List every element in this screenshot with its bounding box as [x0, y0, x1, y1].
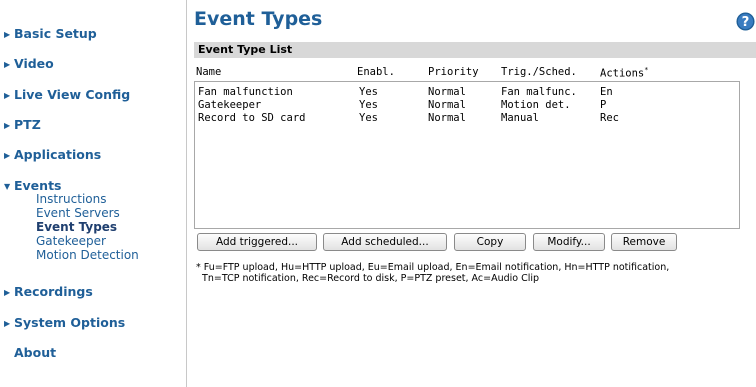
remove-button[interactable]: Remove [611, 233, 677, 251]
chevron-right-icon: ▶ [4, 288, 11, 297]
cell-actions: P [600, 99, 607, 111]
sidebar-item-label: System Options [14, 315, 126, 330]
legend-line-1: * Fu=FTP upload, Hu=HTTP upload, Eu=Emai… [196, 262, 670, 273]
sidebar-subitem-gatekeeper[interactable]: Gatekeeper [36, 234, 106, 248]
sidebar-subitem-instructions[interactable]: Instructions [36, 192, 106, 206]
sidebar-subitem-motion-detection[interactable]: Motion Detection [36, 248, 139, 262]
cell-priority: Normal [428, 99, 466, 111]
cell-actions: Rec [600, 112, 619, 124]
sidebar-item-about[interactable]: About [14, 345, 56, 360]
chevron-right-icon: ▶ [4, 30, 11, 39]
cell-trigger: Motion det. [501, 99, 571, 111]
cell-priority: Normal [428, 112, 466, 124]
cell-actions: En [600, 86, 613, 98]
sidebar-item-label: About [14, 345, 57, 360]
chevron-right-icon: ▶ [4, 151, 11, 160]
sidebar-item-label: Basic Setup [14, 26, 97, 41]
column-header-name: Name [196, 66, 222, 78]
list-item[interactable]: Gatekeeper Yes Normal Motion det. P [195, 99, 739, 112]
cell-enabled: Yes [359, 86, 378, 98]
column-header-trigger-schedule: Trig./Sched. [501, 66, 577, 78]
list-header-title: Event Type List [198, 43, 293, 56]
cell-name: Fan malfunction [198, 86, 293, 98]
page-title: Event Types [194, 8, 323, 30]
sidebar-item-label: Applications [14, 147, 102, 162]
sidebar-item-ptz[interactable]: ▶ PTZ [4, 117, 41, 132]
list-item[interactable]: Record to SD card Yes Normal Manual Rec [195, 112, 739, 125]
cell-name: Gatekeeper [198, 99, 262, 111]
legend-line-2: Tn=TCP notification, Rec=Record to disk,… [196, 273, 540, 284]
svg-text:?: ? [742, 15, 750, 30]
list-item[interactable]: Fan malfunction Yes Normal Fan malfunc. … [195, 86, 739, 99]
modify-button[interactable]: Modify... [533, 233, 605, 251]
chevron-right-icon: ▶ [4, 91, 11, 100]
sidebar-item-label: Video [14, 56, 54, 71]
question-circle-icon[interactable]: ? [736, 12, 755, 31]
column-header-enabled: Enabl. [357, 66, 395, 78]
column-header-priority: Priority [428, 66, 479, 78]
list-header-bar: Event Type List [194, 42, 756, 58]
chevron-right-icon: ▶ [4, 121, 11, 130]
sidebar-item-events[interactable]: ▼ Events [4, 178, 61, 193]
footnote-marker: * [644, 66, 649, 74]
cell-enabled: Yes [359, 112, 378, 124]
actions-legend: * Fu=FTP upload, Hu=HTTP upload, Eu=Emai… [196, 262, 746, 284]
chevron-right-icon: ▶ [4, 60, 11, 69]
chevron-right-icon: ▶ [4, 319, 11, 328]
sidebar-item-label: Events [14, 178, 62, 193]
add-scheduled-button[interactable]: Add scheduled... [323, 233, 447, 251]
cell-enabled: Yes [359, 99, 378, 111]
cell-name: Record to SD card [198, 112, 306, 124]
sidebar-item-label: PTZ [14, 117, 41, 132]
sidebar-item-applications[interactable]: ▶ Applications [4, 147, 101, 162]
sidebar-nav: ▶ Basic Setup ▶ Video ▶ Live View Config ▶ P… [0, 0, 187, 387]
sidebar-subitem-event-types[interactable]: Event Types [36, 220, 117, 234]
sidebar-item-label: Recordings [14, 284, 93, 299]
sidebar-item-system-options[interactable]: ▶ System Options [4, 315, 125, 330]
sidebar-subitem-event-servers[interactable]: Event Servers [36, 206, 120, 220]
sidebar-item-live-view-config[interactable]: ▶ Live View Config [4, 87, 130, 102]
cell-trigger: Manual [501, 112, 539, 124]
sidebar-item-video[interactable]: ▶ Video [4, 56, 54, 71]
column-header-actions-label: Actions [600, 67, 645, 80]
column-header-actions: Actions* [600, 66, 648, 80]
add-triggered-button[interactable]: Add triggered... [197, 233, 317, 251]
event-type-list[interactable]: Fan malfunction Yes Normal Fan malfunc. … [194, 81, 740, 229]
cell-priority: Normal [428, 86, 466, 98]
sidebar-item-label: Live View Config [14, 87, 131, 102]
copy-button[interactable]: Copy [454, 233, 526, 251]
sidebar-item-recordings[interactable]: ▶ Recordings [4, 284, 93, 299]
cell-trigger: Fan malfunc. [501, 86, 577, 98]
sidebar-item-basic-setup[interactable]: ▶ Basic Setup [4, 26, 97, 41]
chevron-down-icon: ▼ [4, 182, 11, 191]
